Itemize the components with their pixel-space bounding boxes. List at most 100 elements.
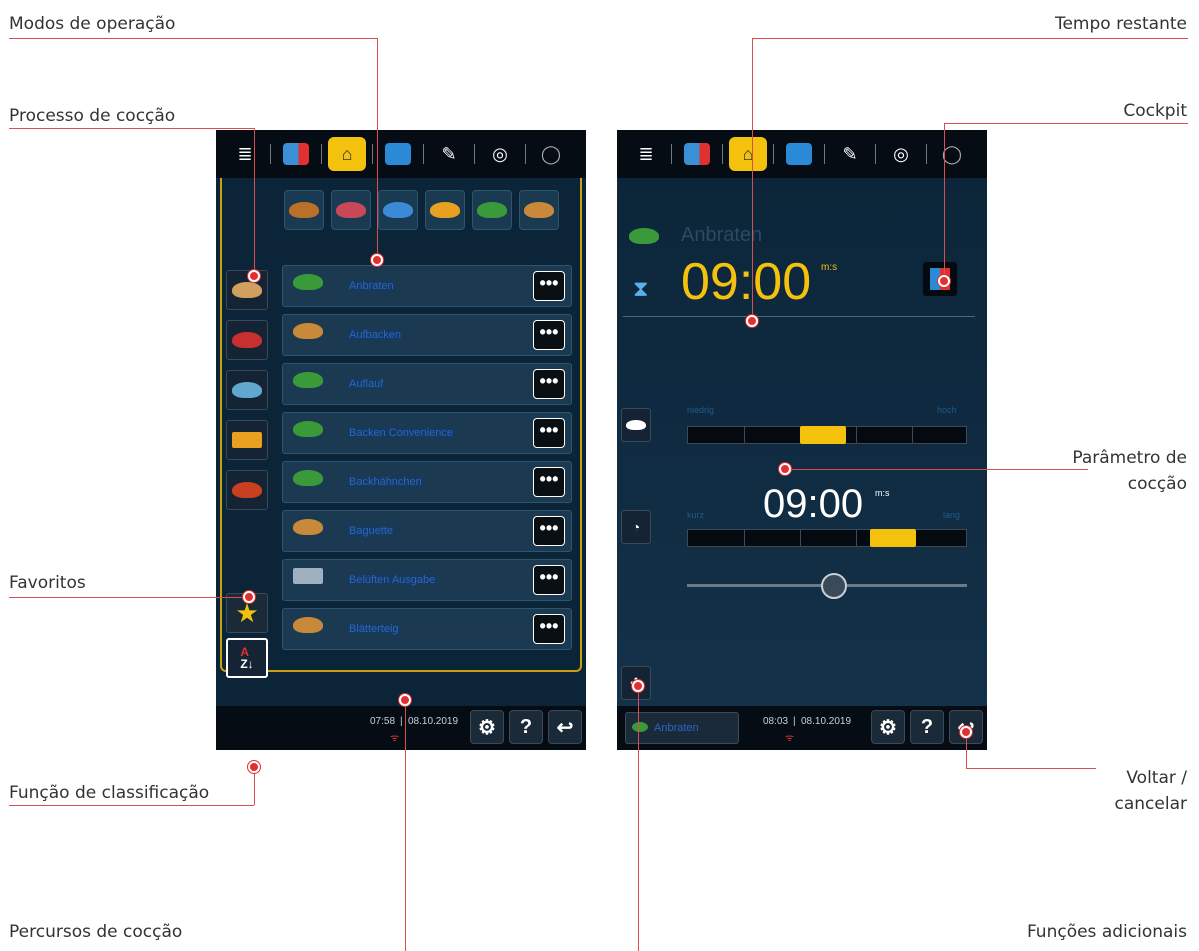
- callout-line: [9, 128, 254, 129]
- bread-icon: [293, 617, 327, 641]
- more-button[interactable]: •••: [533, 516, 565, 546]
- callout-remaining-time: Tempo restante: [1054, 14, 1187, 34]
- mode-vegetable-button[interactable]: [472, 190, 512, 230]
- callout-line: [377, 38, 378, 260]
- status-separator: |: [400, 716, 403, 727]
- status-time: 08:03: [763, 716, 789, 727]
- param2-high-label: lang: [943, 510, 961, 520]
- active-program-chip[interactable]: Anbraten: [625, 712, 739, 744]
- slider-segment: [856, 530, 857, 546]
- process-oven-button[interactable]: [226, 420, 268, 460]
- back-button[interactable]: ↩: [548, 710, 582, 744]
- list-item-label: Backhähnchen: [347, 476, 424, 488]
- callout-parameter-line1: Parâmetro de: [1072, 448, 1187, 468]
- list-item[interactable]: Aufbacken •••: [282, 314, 572, 356]
- param2-slider[interactable]: [687, 529, 967, 547]
- callout-dot: [632, 680, 644, 692]
- more-button[interactable]: •••: [533, 320, 565, 350]
- divider: [623, 316, 975, 317]
- tab-separator: [372, 144, 373, 164]
- process-pot-button[interactable]: [226, 370, 268, 410]
- menu-icon[interactable]: ≣: [226, 139, 264, 169]
- growth-icon[interactable]: ◎: [481, 139, 519, 169]
- edit-icon[interactable]: ✎: [430, 139, 468, 169]
- param2-unit: m:s: [875, 488, 890, 498]
- back-arrow-icon: ↩: [556, 716, 574, 739]
- cooking-icon[interactable]: [678, 139, 716, 169]
- more-button[interactable]: •••: [533, 467, 565, 497]
- callout-line: [944, 123, 945, 281]
- chef-hat-icon[interactable]: ⌂: [328, 137, 366, 171]
- callout-line: [785, 469, 1088, 470]
- list-item[interactable]: Blätterteig •••: [282, 608, 572, 650]
- active-program-label: Anbraten: [654, 722, 699, 734]
- callout-parameter-line2: cocção: [1127, 474, 1187, 494]
- callout-dot: [248, 761, 260, 773]
- mode-bakery-button[interactable]: [519, 190, 559, 230]
- wifi-icon: ᯤ: [390, 733, 400, 744]
- param1-high-label: hoch: [937, 405, 957, 415]
- list-item[interactable]: Auflauf •••: [282, 363, 572, 405]
- search-icon[interactable]: ◯: [532, 139, 570, 169]
- tab-separator: [722, 144, 723, 164]
- programs-icon[interactable]: [379, 139, 417, 169]
- more-button[interactable]: •••: [533, 418, 565, 448]
- callout-line: [254, 128, 255, 276]
- list-item[interactable]: Backhähnchen •••: [282, 461, 572, 503]
- callout-dot: [243, 591, 255, 603]
- hourglass-icon: ⧗: [633, 276, 649, 301]
- growth-icon[interactable]: ◎: [882, 139, 920, 169]
- list-item[interactable]: Baguette •••: [282, 510, 572, 552]
- param1-low-label: niedrig: [687, 405, 715, 415]
- gear-icon: ⚙: [478, 716, 496, 739]
- list-item[interactable]: Backen Convenience •••: [282, 412, 572, 454]
- settings-button[interactable]: ⚙: [470, 710, 504, 744]
- settings-button[interactable]: ⚙: [871, 710, 905, 744]
- remaining-unit: m:s: [821, 262, 838, 273]
- callout-line: [9, 805, 254, 806]
- right-screen: ≣ ⌂ ✎ ◎ ◯ Anbraten ⧗ 09:00 m:s niedrig h…: [617, 130, 987, 750]
- timer-icon[interactable]: ◔: [621, 510, 651, 544]
- more-button[interactable]: •••: [533, 369, 565, 399]
- edit-icon[interactable]: ✎: [831, 139, 869, 169]
- mode-fish-button[interactable]: [378, 190, 418, 230]
- programs-icon[interactable]: [780, 139, 818, 169]
- mode-egg-button[interactable]: [425, 190, 465, 230]
- param2-slider-knob[interactable]: [870, 529, 916, 547]
- cooking-icon[interactable]: [277, 139, 315, 169]
- param1-slider[interactable]: [687, 426, 967, 444]
- callout-sort-function: Função de classificação: [9, 783, 210, 803]
- callout-line: [638, 686, 639, 951]
- more-button[interactable]: •••: [533, 614, 565, 644]
- mode-meat-button[interactable]: [331, 190, 371, 230]
- process-rack-button[interactable]: [226, 270, 268, 310]
- vegetable-icon: [293, 421, 327, 445]
- help-button[interactable]: ?: [910, 710, 944, 744]
- callout-line: [944, 123, 1188, 124]
- list-item[interactable]: Belüften Ausgabe •••: [282, 559, 572, 601]
- chef-hat-icon[interactable]: ⌂: [729, 137, 767, 171]
- more-button[interactable]: •••: [533, 271, 565, 301]
- menu-icon[interactable]: ≣: [627, 139, 665, 169]
- status-time: 07:58: [370, 716, 396, 727]
- rack-icon: [293, 568, 327, 592]
- process-grill-button[interactable]: [226, 470, 268, 510]
- humidity-icon[interactable]: [621, 408, 651, 442]
- param1-slider-knob[interactable]: [800, 426, 846, 444]
- vegetable-icon: [632, 722, 648, 732]
- sort-button[interactable]: A Z↓: [226, 638, 268, 678]
- fine-slider-knob[interactable]: [821, 573, 847, 599]
- callout-line: [405, 700, 406, 951]
- list-item-label: Aufbacken: [347, 329, 403, 341]
- help-button[interactable]: ?: [509, 710, 543, 744]
- mode-poultry-button[interactable]: [284, 190, 324, 230]
- vegetable-icon: [293, 470, 327, 494]
- search-icon[interactable]: ◯: [933, 139, 971, 169]
- slider-segment: [856, 427, 857, 443]
- list-item[interactable]: Anbraten •••: [282, 265, 572, 307]
- slider-segment: [744, 530, 745, 546]
- more-button[interactable]: •••: [533, 565, 565, 595]
- callout-line: [966, 768, 1096, 769]
- tab-separator: [926, 144, 927, 164]
- process-pan-button[interactable]: [226, 320, 268, 360]
